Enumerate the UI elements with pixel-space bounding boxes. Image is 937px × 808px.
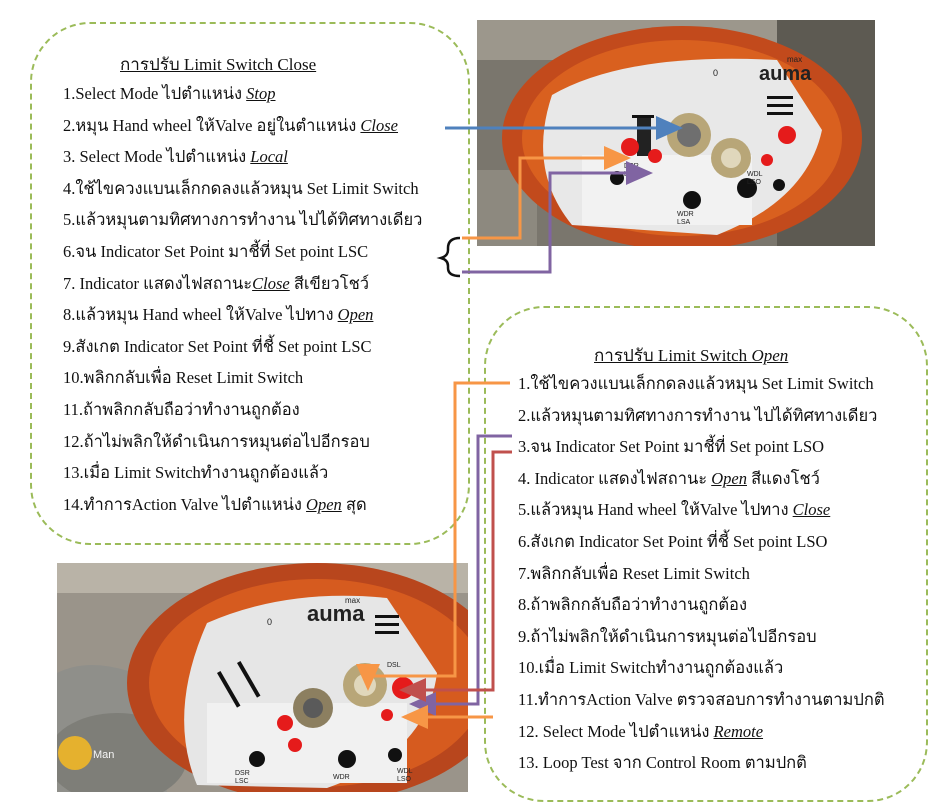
close-step-7: 7. Indicator แสดงไฟสถานะClose สีเขียวโชว… — [63, 274, 369, 294]
open-step-8: 8.ถ้าพลิกกลับถือว่าทำงานถูกต้อง — [518, 595, 747, 615]
open-step-5: 5.แล้วหมุน Hand wheel ให้Valve ไปทาง Clo… — [518, 500, 830, 520]
actuator-illustration-bottom: auma max 0 DSL DSR LSC WDR WDL LSO Man — [57, 563, 468, 792]
wdr-label-bottom: WDR — [333, 774, 350, 781]
step-text: 11.ทำการAction Valve ตรวจสอบการทำงานตามป… — [518, 690, 885, 709]
step-text: 1.Select Mode ไปตำแหน่ง — [63, 84, 247, 103]
step-text: 6.สังเกต Indicator Set Point ที่ชี้ Set … — [518, 532, 828, 551]
lso-label-top: LSO — [747, 179, 762, 186]
step-suffix: สุด — [341, 494, 367, 514]
step-emphasis: Open — [711, 468, 747, 488]
open-title-emphasis: Open — [751, 346, 789, 365]
close-step-9: 9.สังเกต Indicator Set Point ที่ชี้ Set … — [63, 337, 372, 357]
open-step-13: 13. Loop Test จาก Control Room ตามปกติ — [518, 753, 807, 773]
dsl-label-bottom: DSL — [387, 662, 401, 669]
dsr-label-top: DSR — [624, 163, 639, 170]
step-text: 8.ถ้าพลิกกลับถือว่าทำงานถูกต้อง — [518, 595, 748, 615]
step-emphasis: Close — [792, 500, 831, 520]
open-step-1: 1.ใช้ไขควงแบนเล็กกดลงแล้วหมุน Set Limit … — [518, 374, 874, 394]
open-step-4: 4. Indicator แสดงไฟสถานะ Open สีแดงโชว์ — [518, 469, 820, 489]
wdl-label-top: WDL — [747, 171, 763, 178]
step-emphasis: Local — [250, 147, 288, 167]
lsc-label-top: LSC — [624, 171, 638, 178]
lsa-label-top: LSA — [677, 219, 691, 226]
step-text: 9.สังเกต Indicator Set Point ที่ชี้ Set … — [63, 336, 372, 356]
max-label-bottom: max — [345, 596, 360, 605]
step-text: 6.จน Indicator Set Point มาชี้ที่ Set po… — [63, 242, 369, 261]
step-text: 12. Select Mode ไปตำแหน่ง — [518, 721, 714, 741]
open-step-7: 7.พลิกกลับเพื่อ Reset Limit Switch — [518, 564, 750, 584]
step-text: 3. Select Mode ไปตำแหน่ง — [63, 147, 251, 167]
close-step-5: 5.แล้วหมุนตามทิศทางการทำงาน ไปได้ทิศทางเ… — [63, 210, 422, 230]
step-text: 7.พลิกกลับเพื่อ Reset Limit Switch — [518, 563, 750, 583]
step-text: 1.ใช้ไขควงแบนเล็กกดลงแล้วหมุน Set Limit … — [518, 374, 874, 393]
step-suffix: สีแดงโชว์ — [746, 468, 820, 488]
close-step-13: 13.เมื่อ Limit Switchทำงานถูกต้องแล้ว — [63, 463, 328, 483]
actuator-photo-bottom: auma max 0 DSL DSR LSC WDR WDL LSO Man — [57, 563, 468, 792]
step-text: 2.หมุน Hand wheel ให้Valve อยู่ในตำแหน่ง — [63, 115, 361, 135]
close-step-14: 14.ทำการAction Valve ไปตำแหน่ง Open สุด — [63, 495, 367, 515]
lso-label-bottom: LSO — [397, 776, 412, 783]
close-section-title: การปรับ Limit Switch Close — [120, 55, 317, 74]
open-step-2: 2.แล้วหมุนตามทิศทางการทำงาน ไปได้ทิศทางเ… — [518, 406, 877, 426]
close-step-1: 1.Select Mode ไปตำแหน่ง Stop — [63, 84, 276, 104]
watermark-text: Man — [93, 749, 114, 761]
step-emphasis: Remote — [713, 721, 764, 741]
step-emphasis: Stop — [246, 84, 276, 103]
actuator-photo-top: auma max 0 DSR LSC WDR LSA WDL LSO — [477, 20, 875, 246]
open-step-6: 6.สังเกต Indicator Set Point ที่ชี้ Set … — [518, 532, 827, 552]
wdl-label-bottom: WDL — [397, 768, 413, 775]
close-step-6: 6.จน Indicator Set Point มาชี้ที่ Set po… — [63, 242, 368, 262]
step-emphasis: Open — [306, 494, 342, 514]
actuator-illustration-top: auma max 0 DSR LSC WDR LSA WDL LSO — [477, 20, 875, 246]
step-text: 10.เมื่อ Limit Switchทำงานถูกต้องแล้ว — [518, 658, 784, 678]
close-step-2: 2.หมุน Hand wheel ให้Valve อยู่ในตำแหน่ง… — [63, 116, 398, 136]
open-step-10: 10.เมื่อ Limit Switchทำงานถูกต้องแล้ว — [518, 658, 783, 678]
step-text: 9.ถ้าไม่พลิกให้ดำเนินการหมุนต่อไปอีกรอบ — [518, 626, 817, 646]
step-text: 11.ถ้าพลิกกลับถือว่าทำงานถูกต้อง — [63, 400, 300, 419]
close-step-3: 3. Select Mode ไปตำแหน่ง Local — [63, 147, 288, 167]
open-step-9: 9.ถ้าไม่พลิกให้ดำเนินการหมุนต่อไปอีกรอบ — [518, 627, 817, 647]
open-step-12: 12. Select Mode ไปตำแหน่ง Remote — [518, 722, 763, 742]
step-text: 4.ใช้ไขควงแบนเล็กกดลงแล้วหมุน Set Limit … — [63, 178, 419, 198]
step-suffix: สีเขียวโชว์ — [289, 273, 370, 293]
step-text: 7. Indicator แสดงไฟสถานะ — [63, 273, 253, 293]
step-text: 5.แล้วหมุน Hand wheel ให้Valve ไปทาง — [518, 500, 793, 520]
step-text: 13. Loop Test จาก Control Room ตามปกติ — [518, 753, 807, 773]
dsr-label-bottom: DSR — [235, 770, 250, 777]
open-title-text: การปรับ Limit Switch — [594, 346, 752, 365]
open-step-3: 3.จน Indicator Set Point มาชี้ที่ Set po… — [518, 437, 824, 457]
step-text: 2.แล้วหมุนตามทิศทางการทำงาน ไปได้ทิศทางเ… — [518, 405, 878, 425]
close-step-12: 12.ถ้าไม่พลิกให้ดำเนินการหมุนต่อไปอีกรอบ — [63, 432, 370, 452]
step-text: 4. Indicator แสดงไฟสถานะ — [518, 468, 712, 488]
close-step-10: 10.พลิกกลับเพื่อ Reset Limit Switch — [63, 368, 303, 388]
step-text: 5.แล้วหมุนตามทิศทางการทำงาน ไปได้ทิศทางเ… — [63, 210, 423, 230]
lsc-label-bottom: LSC — [235, 778, 249, 785]
step-text: 13.เมื่อ Limit Switchทำงานถูกต้องแล้ว — [63, 463, 329, 483]
close-step-4: 4.ใช้ไขควงแบนเล็กกดลงแล้วหมุน Set Limit … — [63, 179, 419, 199]
step-emphasis: Close — [252, 273, 290, 293]
open-step-11: 11.ทำการAction Valve ตรวจสอบการทำงานตามป… — [518, 690, 885, 710]
close-step-8: 8.แล้วหมุน Hand wheel ให้Valve ไปทาง Ope… — [63, 305, 373, 325]
zero-label-top: 0 — [713, 68, 718, 78]
step-text: 12.ถ้าไม่พลิกให้ดำเนินการหมุนต่อไปอีกรอบ — [63, 431, 370, 451]
step-emphasis: Open — [337, 305, 374, 325]
step-text: 14.ทำการAction Valve ไปตำแหน่ง — [63, 494, 307, 514]
wdr-label-top: WDR — [677, 211, 694, 218]
close-step-11: 11.ถ้าพลิกกลับถือว่าทำงานถูกต้อง — [63, 400, 300, 420]
max-label-top: max — [787, 55, 802, 64]
watermark-logo — [58, 736, 92, 770]
step-text: 10.พลิกกลับเพื่อ Reset Limit Switch — [63, 368, 304, 388]
step-emphasis: Close — [360, 115, 399, 135]
auma-logo-top: auma — [759, 63, 812, 85]
step-text: 3.จน Indicator Set Point มาชี้ที่ Set po… — [518, 437, 825, 457]
zero-label-bottom: 0 — [267, 617, 272, 627]
step-text: 8.แล้วหมุน Hand wheel ให้Valve ไปทาง — [63, 305, 338, 325]
open-section-title: การปรับ Limit Switch Open — [594, 342, 788, 369]
